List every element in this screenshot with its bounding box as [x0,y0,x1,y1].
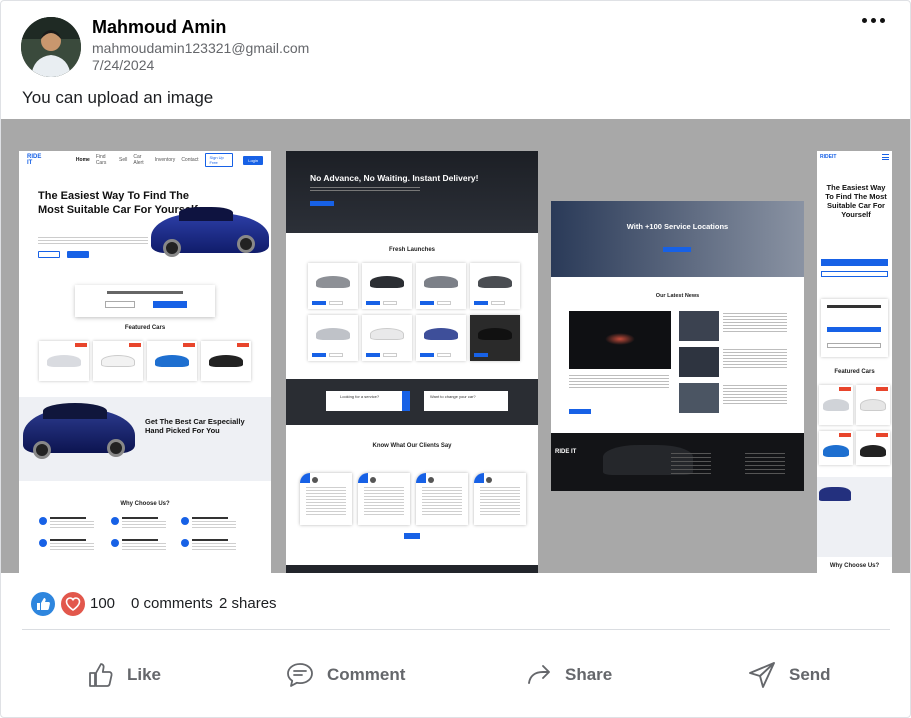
like-label: Like [127,665,162,684]
gallery-image-3[interactable]: With +100 Service Locations Our Latest N… [551,201,804,491]
mock-news-thumb [679,383,719,413]
send-plane-icon [747,660,777,690]
mock-band-title: Get The Best Car Especially Hand Picked … [145,417,245,435]
mock-footer-logo: RIDE IT [555,449,577,455]
mock-navbar: RIDE IT Home Find Cars Sell Car Alert In… [19,151,271,169]
more-dot-icon [879,17,885,23]
mock-car-card [819,431,853,465]
mock-view-more-button [404,533,420,539]
divider [22,629,890,630]
mock-dark-footer-edge [286,565,538,573]
mock-hero-title: The Easiest Way To Find The Most Suitabl… [38,190,198,216]
mock-hero-title: The Easiest Way To Find The Most Suitabl… [825,183,887,219]
mock-car-card [93,341,143,381]
mock-car-card [416,315,466,361]
mock-dark-hero: No Advance, No Waiting. Instant Delivery… [286,151,538,233]
shares-count[interactable]: 2 shares [219,595,277,612]
gallery-image-2[interactable]: No Advance, No Waiting. Instant Delivery… [286,151,538,573]
comment-label: Comment [327,665,406,684]
mock-section-title: Our Latest News [655,293,700,299]
mock-testimonial-card [358,473,410,525]
mock-section-title: Featured Cars [834,369,875,375]
mock-car-card [819,385,853,425]
mock-hero-text [38,237,148,245]
mock-search-box [75,285,215,317]
gallery-image-4[interactable]: RIDEIT The Easiest Way To Find The Most … [817,151,892,573]
mock-testimonial-card [474,473,526,525]
avatar[interactable] [21,17,81,77]
mock-testimonial-card [300,473,352,525]
mock-car-card [416,263,466,309]
mock-search-strip: Looking for a service? Want to change yo… [286,379,538,425]
mock-signup-button: Sign Up Free [204,153,234,167]
mock-section-title: Fresh Launches [388,247,435,253]
mock-hero-title: No Advance, No Waiting. Instant Delivery… [310,173,479,183]
mock-section-title: Why Choose Us? [120,501,170,507]
comments-count[interactable]: 0 comments [131,595,213,612]
gallery-image-1[interactable]: RIDE IT Home Find Cars Sell Car Alert In… [19,151,271,573]
post-image-gallery[interactable]: RIDE IT Home Find Cars Sell Car Alert In… [1,119,910,573]
thumbs-up-icon [87,661,115,689]
more-options-button[interactable] [858,11,888,29]
mock-section-title: Featured Cars [124,325,166,331]
share-button[interactable]: Share [525,653,612,697]
mock-section-title: Why Choose Us? [829,563,880,569]
mock-news-thumb [679,347,719,377]
mock-car-card [470,263,520,309]
author-name[interactable]: Mahmoud Amin [92,17,226,38]
send-label: Send [789,665,831,684]
mock-nav-item: Car Alert [133,154,144,166]
comment-button[interactable]: Comment [285,653,405,697]
mock-service-hero: With +100 Service Locations [551,201,804,277]
author-email: mahmoudamin123321@gmail.com [92,40,310,56]
mock-nav-item: Sell [118,157,128,163]
mock-logo: RIDEIT [820,154,837,160]
mock-search-label: Want to change your car? [430,394,476,399]
send-button[interactable]: Send [747,653,831,697]
mock-nav-item: Inventory [154,157,176,163]
mock-logo: RIDE IT [27,154,42,166]
mock-car-card [308,263,358,309]
love-reaction-icon [59,590,87,618]
mock-news-feature-image [569,311,671,369]
mock-car-card [856,385,890,425]
mock-login-button: Login [243,155,264,165]
mock-section-title: Know What Our Clients Say [372,443,452,449]
mock-news-thumb [679,311,719,341]
reaction-count[interactable]: 100 [90,595,115,612]
more-dot-icon [870,17,876,23]
mock-search-label: Looking for a service? [340,394,380,399]
mock-car-card [39,341,89,381]
mock-hero-title: With +100 Service Locations [626,222,729,231]
hamburger-menu-icon [882,154,889,160]
mock-nav-item: Contact [181,157,199,163]
like-button[interactable]: Like [87,653,161,697]
mock-car-card [362,315,412,361]
post-date: 7/24/2024 [92,57,155,73]
mock-car-card [362,263,412,309]
mock-footer: RIDE IT [551,433,804,491]
mock-car-card [470,315,520,361]
mock-car-card [856,431,890,465]
mock-testimonial-card [416,473,468,525]
share-arrow-icon [525,661,553,689]
comment-bubble-icon [285,661,315,689]
reactions-summary[interactable] [29,590,89,618]
mock-hero-button [38,251,60,258]
mock-nav-item: Find Cars [95,154,107,166]
share-label: Share [565,665,613,684]
mock-nav-item: Home [75,157,90,163]
more-dot-icon [861,17,867,23]
mock-car-card [201,341,251,381]
post-card: Mahmoud Amin mahmoudamin123321@gmail.com… [0,0,911,718]
mock-hero-button [67,251,89,258]
mock-car-card [308,315,358,361]
mock-car-card [147,341,197,381]
post-text: You can upload an image [22,88,214,107]
like-reaction-icon [29,590,57,618]
